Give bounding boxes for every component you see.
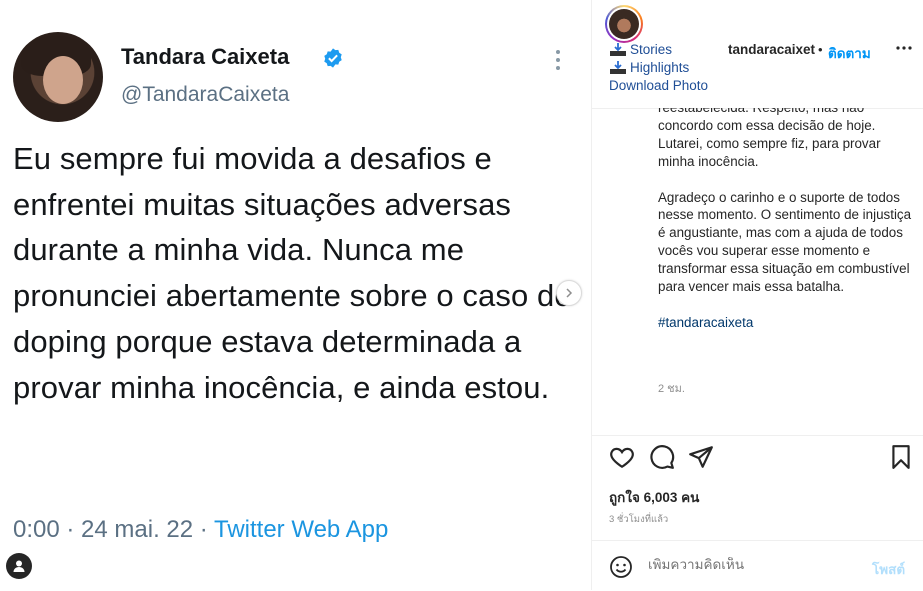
highlights-link[interactable]: Highlights — [609, 59, 708, 77]
separator-dot: • — [818, 42, 823, 57]
user-tag-button[interactable] — [6, 553, 32, 579]
next-image-button[interactable] — [556, 280, 582, 306]
tweet-author-name: Tandara Caixeta — [121, 44, 290, 69]
caption-hashtag[interactable]: #tandaracaixeta — [658, 314, 913, 332]
comment-input[interactable] — [648, 557, 848, 572]
share-icon[interactable] — [688, 444, 714, 470]
follow-button[interactable]: ติดตาม — [828, 42, 871, 64]
bookmark-icon[interactable] — [888, 444, 914, 470]
stories-label: Stories — [630, 42, 673, 57]
post-header: Stories Highlights Download Photo tandar… — [592, 0, 923, 109]
comment-bar: โพสต์ — [592, 540, 923, 591]
post-comment-button[interactable]: โพสต์ — [872, 558, 905, 580]
tweet-author-handle: @TandaraCaixeta — [121, 83, 290, 106]
caption-time: 2 ชม. — [658, 383, 685, 395]
download-photo-link[interactable]: Download Photo — [609, 77, 708, 95]
extension-links: Stories Highlights Download Photo — [609, 41, 708, 95]
post-caption: reestabelecida. Respeito, mas não concor… — [658, 108, 913, 398]
download-icon — [610, 61, 626, 74]
tweet-source-app: Twitter Web App — [214, 516, 389, 543]
tweet-text: Eu sempre fui movida a desafios e enfren… — [13, 141, 572, 405]
verified-badge-icon — [324, 48, 342, 68]
tweet-avatar — [13, 32, 103, 122]
download-icon — [610, 43, 626, 56]
download-photo-label: Download Photo — [609, 78, 709, 93]
post-username[interactable]: tandaracaixet — [728, 42, 815, 57]
stories-link[interactable]: Stories — [609, 41, 708, 59]
emoji-icon[interactable] — [609, 555, 633, 579]
post-image: Tandara Caixeta @TandaraCaixeta Eu sempr… — [0, 0, 591, 590]
tweet-more-icon — [548, 46, 568, 72]
tweet-timestamp: 0:00 · 24 mai. 22 · — [13, 516, 214, 543]
post-actions — [592, 435, 923, 484]
comment-icon[interactable] — [649, 444, 675, 470]
highlights-label: Highlights — [630, 60, 690, 75]
chevron-right-icon — [566, 288, 573, 298]
user-icon — [13, 560, 25, 572]
post-timestamp: 3 ชั่วโมงที่แล้ว — [609, 514, 669, 525]
more-options-icon[interactable] — [894, 38, 914, 58]
likes-count[interactable]: ถูกใจ 6,003 คน — [609, 486, 699, 508]
caption-paragraph: reestabelecida. Respeito, mas não concor… — [658, 108, 881, 169]
profile-avatar[interactable] — [605, 5, 643, 43]
tweet-meta: 0:00 · 24 mai. 22 · Twitter Web App — [13, 516, 388, 544]
caption-paragraph: Agradeço o carinho e o suporte de todos … — [658, 189, 912, 295]
heart-icon[interactable] — [609, 444, 635, 470]
post-side-panel: Stories Highlights Download Photo tandar… — [591, 0, 923, 590]
